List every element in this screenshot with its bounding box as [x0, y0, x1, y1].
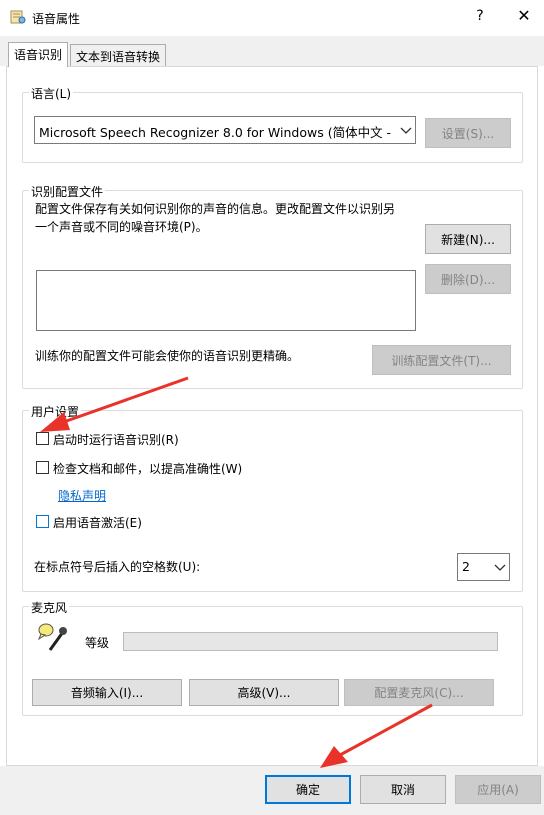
- new-profile-button[interactable]: 新建(N)...: [425, 224, 511, 254]
- train-profile-text: 训练你的配置文件可能会使你的语音识别更精确。: [35, 349, 300, 363]
- close-button[interactable]: ✕: [512, 6, 536, 25]
- apply-button[interactable]: 应用(A): [455, 775, 541, 804]
- title-bar: [0, 0, 544, 36]
- voice-activation-label[interactable]: 启用语音激活(E): [53, 514, 142, 531]
- chevron-down-icon: [494, 564, 506, 571]
- microphone-group-label: 麦克风: [29, 599, 70, 616]
- profiles-group-label: 识别配置文件: [29, 183, 106, 200]
- profiles-description-line-2: 一个声音或不同的噪音环境(P)。: [35, 220, 208, 234]
- tab-text-to-speech[interactable]: 文本到语音转换: [70, 44, 167, 66]
- train-profile-button[interactable]: 训练配置文件(T)...: [372, 345, 511, 375]
- spaces-select-value: 2: [462, 559, 470, 574]
- microphone-icon: [37, 623, 67, 651]
- spaces-after-punctuation-label: 在标点符号后插入的空格数(U):: [34, 560, 201, 574]
- review-documents-label[interactable]: 检查文档和邮件，以提高准确性(W): [53, 460, 242, 477]
- settings-button[interactable]: 设置(S)...: [425, 118, 511, 148]
- microphone-level-meter: [123, 632, 498, 651]
- recognizer-select-value: Microsoft Speech Recognizer 8.0 for Wind…: [39, 125, 391, 140]
- review-documents-checkbox[interactable]: [36, 461, 49, 474]
- advanced-button[interactable]: 高级(V)...: [189, 679, 339, 706]
- cancel-button[interactable]: 取消: [360, 775, 446, 804]
- run-at-startup-label[interactable]: 启动时运行语音识别(R): [53, 431, 179, 448]
- help-button[interactable]: ?: [470, 8, 490, 24]
- level-label: 等级: [85, 636, 110, 650]
- profiles-description-line-1: 配置文件保存有关如何识别你的声音的信息。更改配置文件以识别另: [35, 202, 396, 216]
- audio-input-button[interactable]: 音频输入(I)...: [32, 679, 182, 706]
- run-at-startup-checkbox[interactable]: [36, 432, 49, 445]
- delete-profile-button[interactable]: 删除(D)...: [425, 264, 511, 294]
- profiles-listbox[interactable]: [36, 270, 416, 331]
- window-title: 语音属性: [32, 12, 81, 26]
- language-group-label: 语言(L): [29, 85, 74, 102]
- tab-speech-recognition[interactable]: 语音识别: [8, 42, 69, 67]
- voice-activation-checkbox[interactable]: [36, 515, 49, 528]
- configure-microphone-button[interactable]: 配置麦克风(C)...: [344, 679, 494, 706]
- user-settings-group-label: 用户设置: [29, 403, 82, 420]
- chevron-down-icon: [400, 127, 412, 134]
- privacy-statement-link[interactable]: 隐私声明: [58, 487, 106, 504]
- speech-properties-icon: [10, 10, 26, 24]
- recognizer-select[interactable]: Microsoft Speech Recognizer 8.0 for Wind…: [34, 116, 416, 144]
- ok-button[interactable]: 确定: [265, 775, 351, 804]
